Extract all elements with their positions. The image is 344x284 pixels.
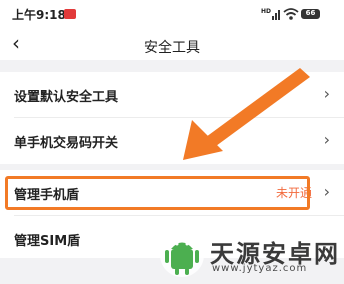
watermark-url: www.jytyaz.com [212, 263, 308, 274]
android-logo-icon [160, 233, 204, 277]
